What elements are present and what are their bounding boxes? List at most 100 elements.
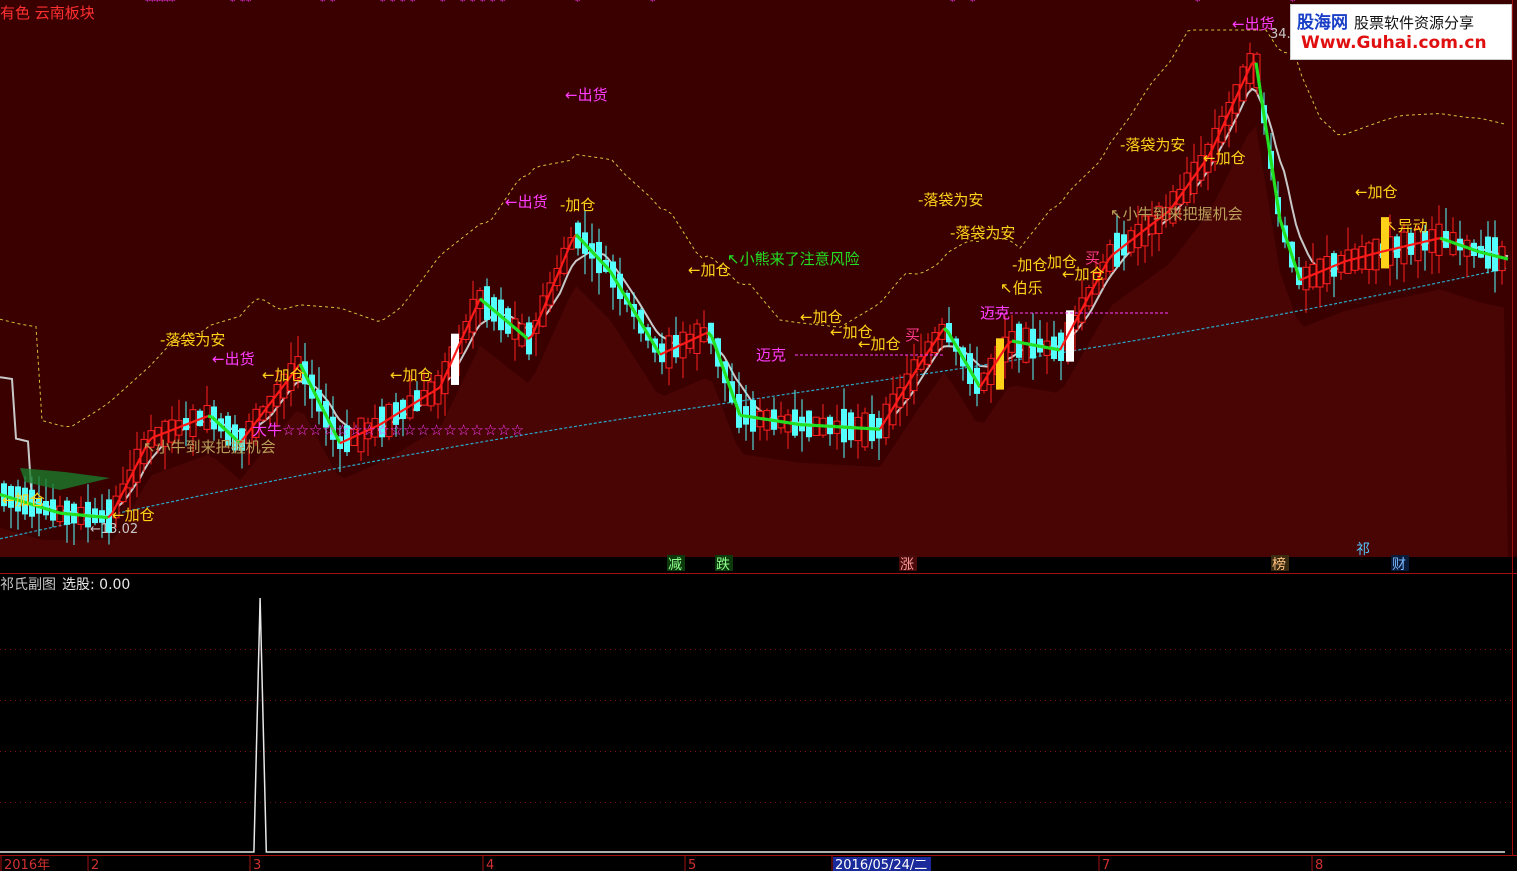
chart-annotation: ←加仓 xyxy=(1062,265,1105,283)
ma-fast-segment xyxy=(159,432,165,436)
ma-fast-segment xyxy=(1479,250,1485,255)
chart-annotation: 大牛☆☆☆☆☆☆☆☆☆☆☆☆☆☆☆☆☆☆ xyxy=(252,421,524,439)
ma-fast-segment xyxy=(795,422,801,427)
ma-fast-segment xyxy=(1303,275,1309,280)
special-candle xyxy=(996,338,1004,390)
ma-fast-segment xyxy=(1399,245,1405,249)
sub-panel-bg xyxy=(0,575,1517,855)
tag-badge: 榜 xyxy=(1272,556,1286,573)
ma-fast-segment xyxy=(1455,242,1461,247)
ma-fast-segment xyxy=(1411,242,1417,246)
ma-fast-segment xyxy=(1495,254,1501,259)
ma-fast-segment xyxy=(1315,270,1321,275)
top-star-marker: * xyxy=(320,0,326,8)
chart-annotation: ←加仓 xyxy=(1203,149,1246,167)
chart-annotation: -落袋为安 xyxy=(1120,136,1185,154)
ma-fast-segment xyxy=(1031,343,1037,348)
ma-fast-segment xyxy=(1363,254,1369,258)
chart-svg[interactable]: ←加仓 ←加仓 ↖小牛到来把握机会大牛☆☆☆☆☆☆☆☆☆☆☆☆☆☆☆☆☆☆ -落袋为安… xyxy=(0,0,1517,871)
ma-fast-segment xyxy=(1331,264,1337,268)
ma-fast-segment xyxy=(1011,339,1017,344)
top-star-marker: * xyxy=(410,0,416,8)
chart-annotation: -落袋为安 xyxy=(160,331,225,349)
ma-fast-segment xyxy=(1019,340,1025,345)
ma-fast-segment xyxy=(1459,243,1465,249)
ma-fast-segment xyxy=(1503,256,1509,261)
chart-annotation: -落袋为安 xyxy=(918,191,983,209)
ma-fast-segment xyxy=(791,421,797,426)
top-star-marker: * xyxy=(490,0,496,8)
ma-fast-segment xyxy=(1395,246,1401,250)
ma-fast-segment xyxy=(1419,240,1425,244)
x-axis-label: 2 xyxy=(91,858,99,871)
top-star-marker: * xyxy=(650,0,656,8)
ma-fast-segment xyxy=(1051,346,1057,351)
ma-fast-segment xyxy=(1447,239,1453,244)
chart-annotation: 迈克 xyxy=(756,346,786,364)
ma-fast-segment xyxy=(1435,237,1441,241)
ma-fast-segment xyxy=(759,416,765,421)
ma-fast-segment xyxy=(1387,248,1393,252)
ma-fast-segment xyxy=(1027,342,1033,347)
top-star-marker: * xyxy=(230,0,236,8)
chart-annotation: ↖小牛到来把握机会 xyxy=(143,438,276,456)
sub-panel-value: 选股: 0.00 xyxy=(62,577,130,593)
top-star-marker: * xyxy=(950,0,956,8)
ma-fast-segment xyxy=(1375,251,1381,255)
top-star-marker: * xyxy=(170,0,176,8)
chart-annotation: ←出货 xyxy=(1232,15,1275,33)
top-star-marker: * xyxy=(460,0,466,8)
ma-fast-segment xyxy=(1451,240,1457,246)
ma-fast-segment xyxy=(1415,241,1421,245)
chart-annotation: 迈克 xyxy=(980,304,1010,322)
ma-fast-segment xyxy=(1047,346,1053,351)
ma-fast-segment xyxy=(1359,255,1365,259)
tag-strip-bg xyxy=(0,557,1517,574)
ma-fast-segment xyxy=(1491,253,1497,258)
ma-fast-segment xyxy=(1483,251,1489,256)
chart-annotation: ←加仓 xyxy=(1355,183,1398,201)
watermark-logo: 股海网 股票软件资源分享 Www.Guhai.com.cn xyxy=(1290,4,1512,60)
ma-fast-segment xyxy=(1015,340,1021,345)
ma-fast-segment xyxy=(1023,341,1029,346)
sub-panel-title: 祁氏副图 xyxy=(0,577,56,593)
ma-fast-segment xyxy=(1379,250,1385,254)
sector-label: 有色 云南板块 xyxy=(0,4,95,22)
top-star-marker: * xyxy=(480,0,486,8)
chart-annotation: ↖小牛到来把握机会 xyxy=(1110,205,1243,223)
ma-fast-segment xyxy=(207,414,213,419)
top-star-marker: * xyxy=(390,0,396,8)
watermark-tagline: 股票软件资源分享 xyxy=(1354,14,1475,32)
stock-chart-window: ←加仓 ←加仓 ↖小牛到来把握机会 大牛☆☆☆☆☆☆☆☆☆☆☆☆☆☆☆☆☆☆ -落袋为安… xyxy=(0,0,1517,871)
x-axis-label: 2016年 xyxy=(4,858,50,871)
ma-fast-segment xyxy=(1339,260,1345,265)
ma-fast-segment xyxy=(1423,239,1429,243)
ma-fast-segment xyxy=(1467,246,1473,251)
ma-fast-segment xyxy=(175,425,181,430)
price-high-label: 34. xyxy=(1270,27,1291,42)
ma-fast-segment xyxy=(1439,236,1445,242)
chart-annotation: 买 xyxy=(905,326,920,344)
ma-fast-segment xyxy=(1343,259,1349,263)
ma-fast-segment xyxy=(767,418,773,422)
ma-fast-segment xyxy=(1463,244,1469,250)
top-star-marker: * xyxy=(970,0,976,8)
ma-fast-segment xyxy=(1307,274,1313,278)
ma-fast-segment xyxy=(1407,243,1413,247)
chart-annotation: ←加仓 xyxy=(262,366,305,384)
ma-fast-segment xyxy=(763,417,769,422)
chart-annotation: ←出货 xyxy=(505,193,548,211)
ma-fast-segment xyxy=(43,506,49,511)
chart-annotation: ←加仓 xyxy=(2,491,45,509)
ma-fast-segment xyxy=(787,421,793,425)
ma-fast-segment xyxy=(1431,237,1437,242)
ma-fast-segment xyxy=(1427,238,1433,242)
ma-fast-segment xyxy=(55,510,61,515)
tag-badge: 祁 xyxy=(1356,542,1370,558)
watermark-brand: 股海网 xyxy=(1297,13,1348,33)
ma-fast-segment xyxy=(183,422,189,427)
ma-fast-segment xyxy=(739,413,745,418)
ma-fast-segment xyxy=(199,416,205,421)
tag-badge: 财 xyxy=(1392,557,1406,573)
watermark-url: Www.Guhai.com.cn xyxy=(1301,33,1487,53)
